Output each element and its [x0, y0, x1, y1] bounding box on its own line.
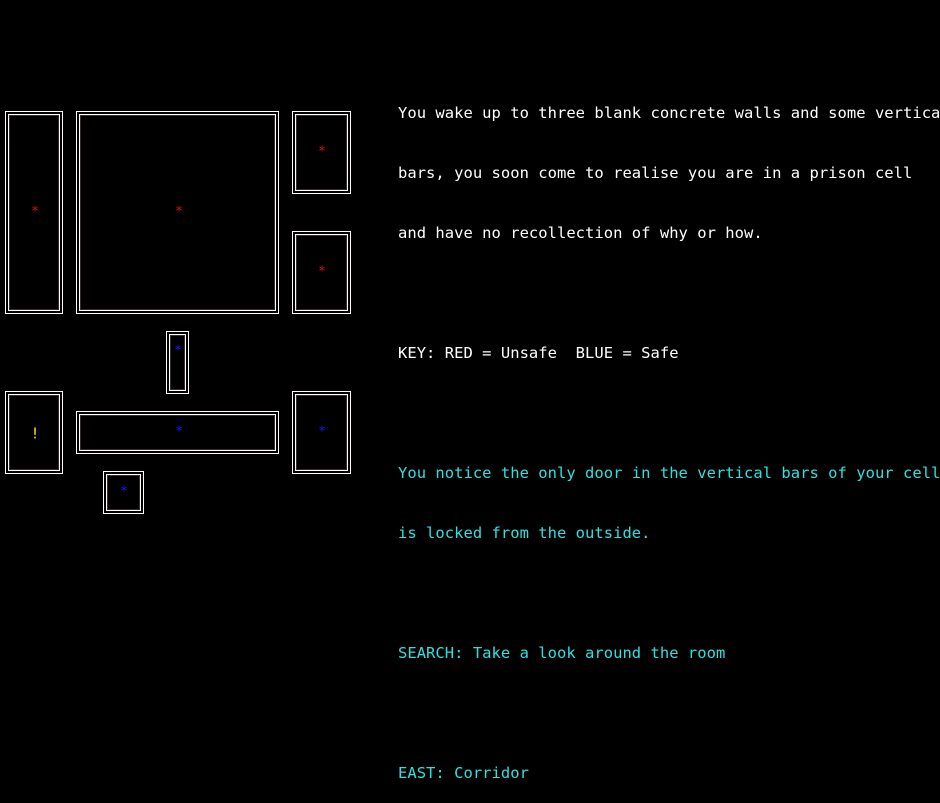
- safe-marker-icon: *: [120, 484, 128, 500]
- narrative-panel: You wake up to three blank concrete wall…: [398, 63, 940, 803]
- unsafe-marker-icon: *: [318, 264, 326, 280]
- intro-line: bars, you soon come to realise you are i…: [398, 164, 913, 182]
- room-left-bottom: !: [5, 391, 63, 474]
- room-small-bottom: *: [103, 471, 144, 514]
- notice-line: You notice the only door in the vertical…: [398, 464, 940, 482]
- intro-line: and have no recollection of why or how.: [398, 224, 763, 242]
- unsafe-marker-icon: *: [318, 144, 326, 160]
- room-right-middle: *: [292, 231, 351, 314]
- intro-line: You wake up to three blank concrete wall…: [398, 104, 940, 122]
- game-screen: { "map": { "colors": { "background": "#0…: [0, 0, 940, 782]
- search-option[interactable]: SEARCH: Take a look around the room: [398, 643, 933, 663]
- room-small-connector: *: [166, 331, 189, 394]
- east-option[interactable]: EAST: Corridor: [398, 763, 933, 783]
- safe-marker-icon: *: [175, 424, 183, 440]
- alert-marker-icon: !: [30, 424, 40, 443]
- notice-line: is locked from the outside.: [398, 524, 651, 542]
- room-big-center: *: [76, 111, 279, 314]
- room-long-corridor: *: [76, 411, 279, 454]
- safe-marker-icon: *: [174, 343, 182, 359]
- unsafe-marker-icon: *: [31, 204, 39, 220]
- color-key: KEY: RED = Unsafe BLUE = Safe: [398, 344, 679, 362]
- room-right-top: *: [292, 111, 351, 194]
- unsafe-marker-icon: *: [175, 204, 183, 220]
- room-right-bottom: *: [292, 391, 351, 474]
- room-left-tall: *: [5, 111, 63, 314]
- safe-marker-icon: *: [318, 424, 326, 440]
